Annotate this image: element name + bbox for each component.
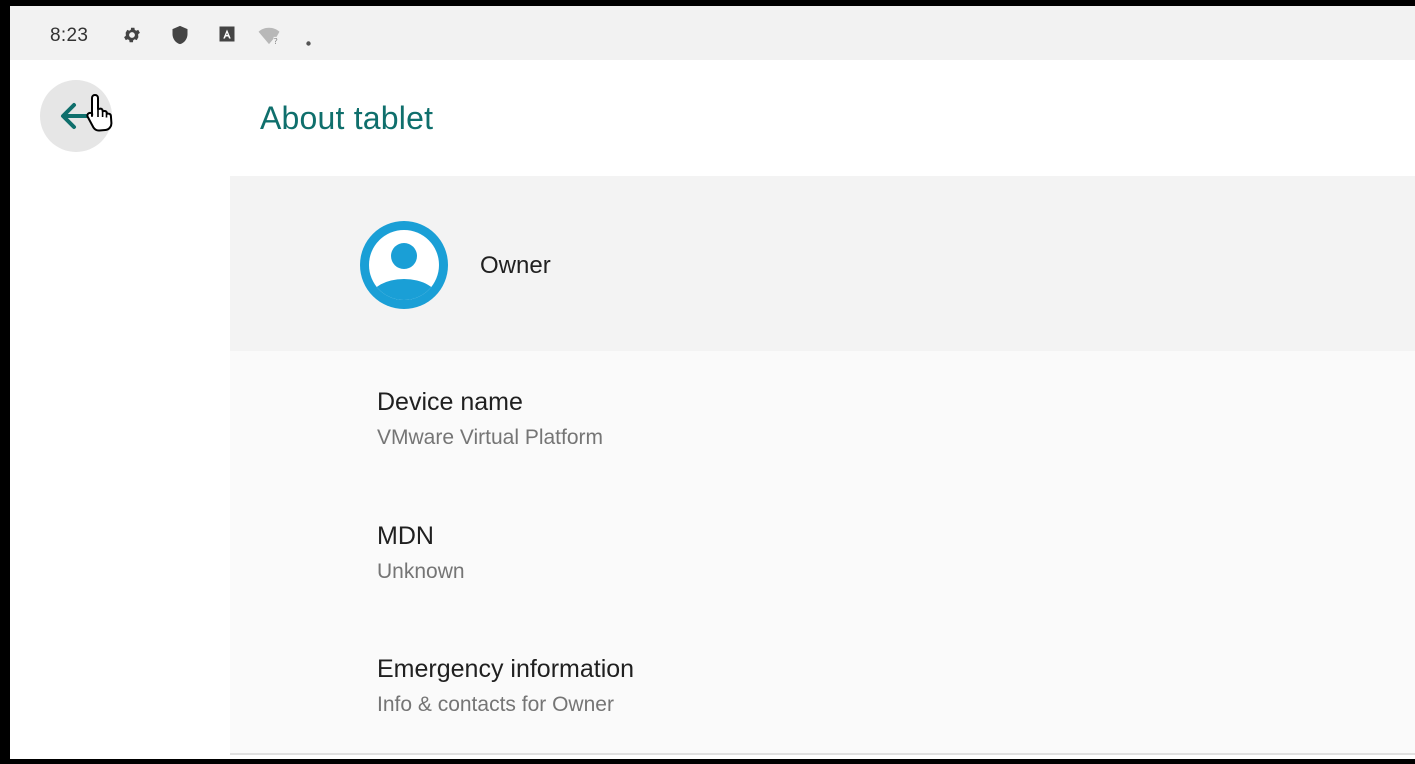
shield-icon (170, 25, 188, 45)
item-title: MDN (377, 522, 434, 550)
wifi-unknown-icon: ? (258, 25, 280, 46)
keyboard-a-icon (218, 25, 236, 43)
account-circle-icon (360, 221, 448, 309)
owner-row[interactable]: Owner (230, 176, 1415, 351)
list-item-device-name[interactable]: Device name VMware Virtual Platform (377, 387, 1277, 451)
item-title: Emergency information (377, 655, 635, 683)
list-item-mdn[interactable]: MDN Unknown (377, 521, 1277, 585)
item-subtitle: Info & contacts for Owner (377, 693, 614, 716)
item-subtitle: Unknown (377, 560, 465, 583)
item-subtitle: VMware Virtual Platform (377, 426, 604, 449)
owner-name: Owner (480, 252, 551, 279)
dot-icon (306, 33, 311, 46)
screen: 8:23 ? About tablet Owner Device name VM… (10, 6, 1415, 759)
settings-gear-icon (122, 25, 140, 43)
status-time: 8:23 (50, 25, 89, 46)
hand-cursor-icon (84, 92, 120, 132)
list-item-emergency-information[interactable]: Emergency information Info & contacts fo… (377, 654, 1277, 718)
svg-text:?: ? (274, 36, 278, 45)
item-title: Device name (377, 388, 523, 416)
settings-list: Device name VMware Virtual Platform MDN … (230, 351, 1415, 755)
status-bar: 8:23 ? (10, 6, 1415, 60)
divider (230, 753, 1415, 755)
page-title: About tablet (260, 100, 434, 136)
